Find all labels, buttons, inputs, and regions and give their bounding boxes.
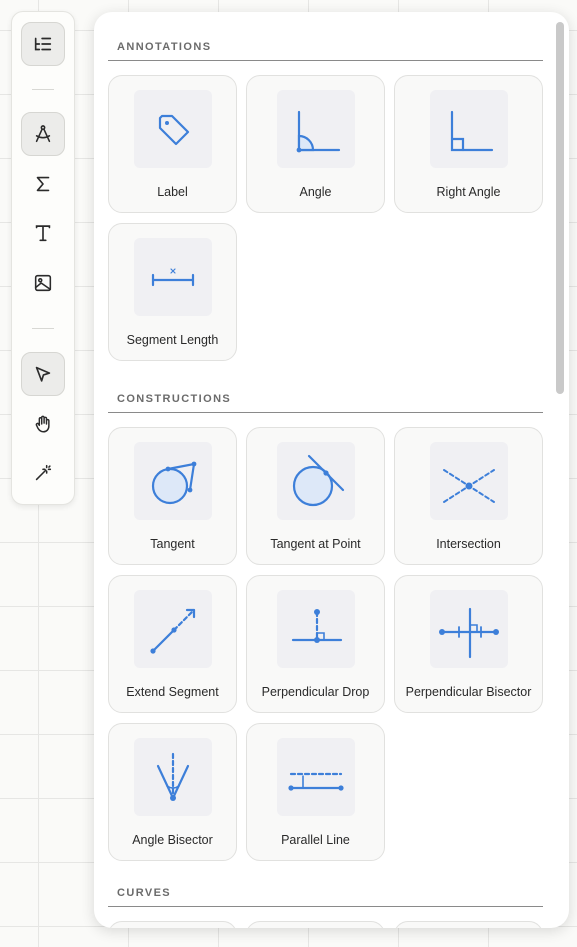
tool-intersection-text: Intersection [436,537,501,551]
angle-bisector-icon [156,752,189,801]
intersection-icon [442,469,495,503]
tool-perpendicular-bisector-text: Perpendicular Bisector [405,685,532,699]
tool-curve-partial[interactable] [394,921,543,928]
annotations-grid: Label Angle Right Angle Segment Length [108,75,543,361]
tool-curve-partial[interactable] [246,921,385,928]
tool-parallel-line[interactable]: Parallel Line [246,723,385,861]
compass-tool-icon [35,125,51,143]
tool-perpendicular-drop[interactable]: Perpendicular Drop [246,575,385,713]
outline-list-icon [34,37,52,51]
tool-tangent-at-point[interactable]: Tangent at Point [246,427,385,565]
text-icon [35,225,51,242]
extend-segment-icon [149,608,195,654]
hand-icon [35,415,50,433]
toolbar-divider [32,328,54,329]
tool-angle-text: Angle [299,185,332,199]
tool-angle-bisector-text: Angle Bisector [132,833,213,847]
left-toolbar [11,11,75,505]
tool-intersection[interactable]: Intersection [394,427,543,565]
tool-tangent-at-point-text: Tangent at Point [270,537,361,551]
tool-perpendicular-drop-text: Perpendicular Drop [261,685,370,699]
section-title-curves: CURVES [108,887,543,907]
toolbar-divider [32,89,54,90]
construct-tool-button[interactable] [21,112,65,156]
label-tag-icon [158,114,189,146]
section-title-constructions: CONSTRUCTIONS [108,393,543,413]
tool-right-angle[interactable]: Right Angle [394,75,543,213]
tool-label[interactable]: Label [108,75,237,213]
panel-scrollbar[interactable] [556,22,564,394]
constructions-grid: Tangent Tangent at Point Intersection Ex… [108,427,543,861]
segment-length-icon [151,268,194,287]
right-angle-icon [450,110,493,152]
curves-grid [108,921,543,928]
math-tool-button[interactable] [21,162,65,206]
angle-icon [296,110,340,153]
sigma-icon [36,176,50,192]
tool-extend-segment-text: Extend Segment [126,685,219,699]
section-title-annotations: ANNOTATIONS [108,41,543,61]
parallel-line-icon [287,772,344,791]
perpendicular-drop-icon [291,609,342,643]
tool-segment-length[interactable]: Segment Length [108,223,237,361]
pointer-icon [35,366,51,382]
image-tool-button[interactable] [21,261,65,305]
tool-right-angle-text: Right Angle [436,185,501,199]
tangent-at-point-icon [292,454,344,507]
perpendicular-bisector-icon [438,607,499,659]
magic-wand-icon [35,464,52,481]
tool-curve-partial[interactable] [108,921,237,928]
image-icon [34,274,52,292]
text-tool-button[interactable] [21,211,65,255]
tool-segment-length-text: Segment Length [126,333,219,347]
select-tool-button[interactable] [21,352,65,396]
pan-tool-button[interactable] [21,402,65,446]
tool-tangent[interactable]: Tangent [108,427,237,565]
tool-parallel-line-text: Parallel Line [281,833,350,847]
tool-label-text: Label [157,185,188,199]
magic-tool-button[interactable] [21,451,65,495]
tool-extend-segment[interactable]: Extend Segment [108,575,237,713]
outline-toggle-button[interactable] [21,22,65,66]
tool-angle-bisector[interactable]: Angle Bisector [108,723,237,861]
tangent-icon [151,461,196,505]
tools-panel: ANNOTATIONS Label Angle Right Angle Segm… [94,12,569,928]
tool-perpendicular-bisector[interactable]: Perpendicular Bisector [394,575,543,713]
tool-tangent-text: Tangent [150,537,195,551]
tool-angle[interactable]: Angle [246,75,385,213]
